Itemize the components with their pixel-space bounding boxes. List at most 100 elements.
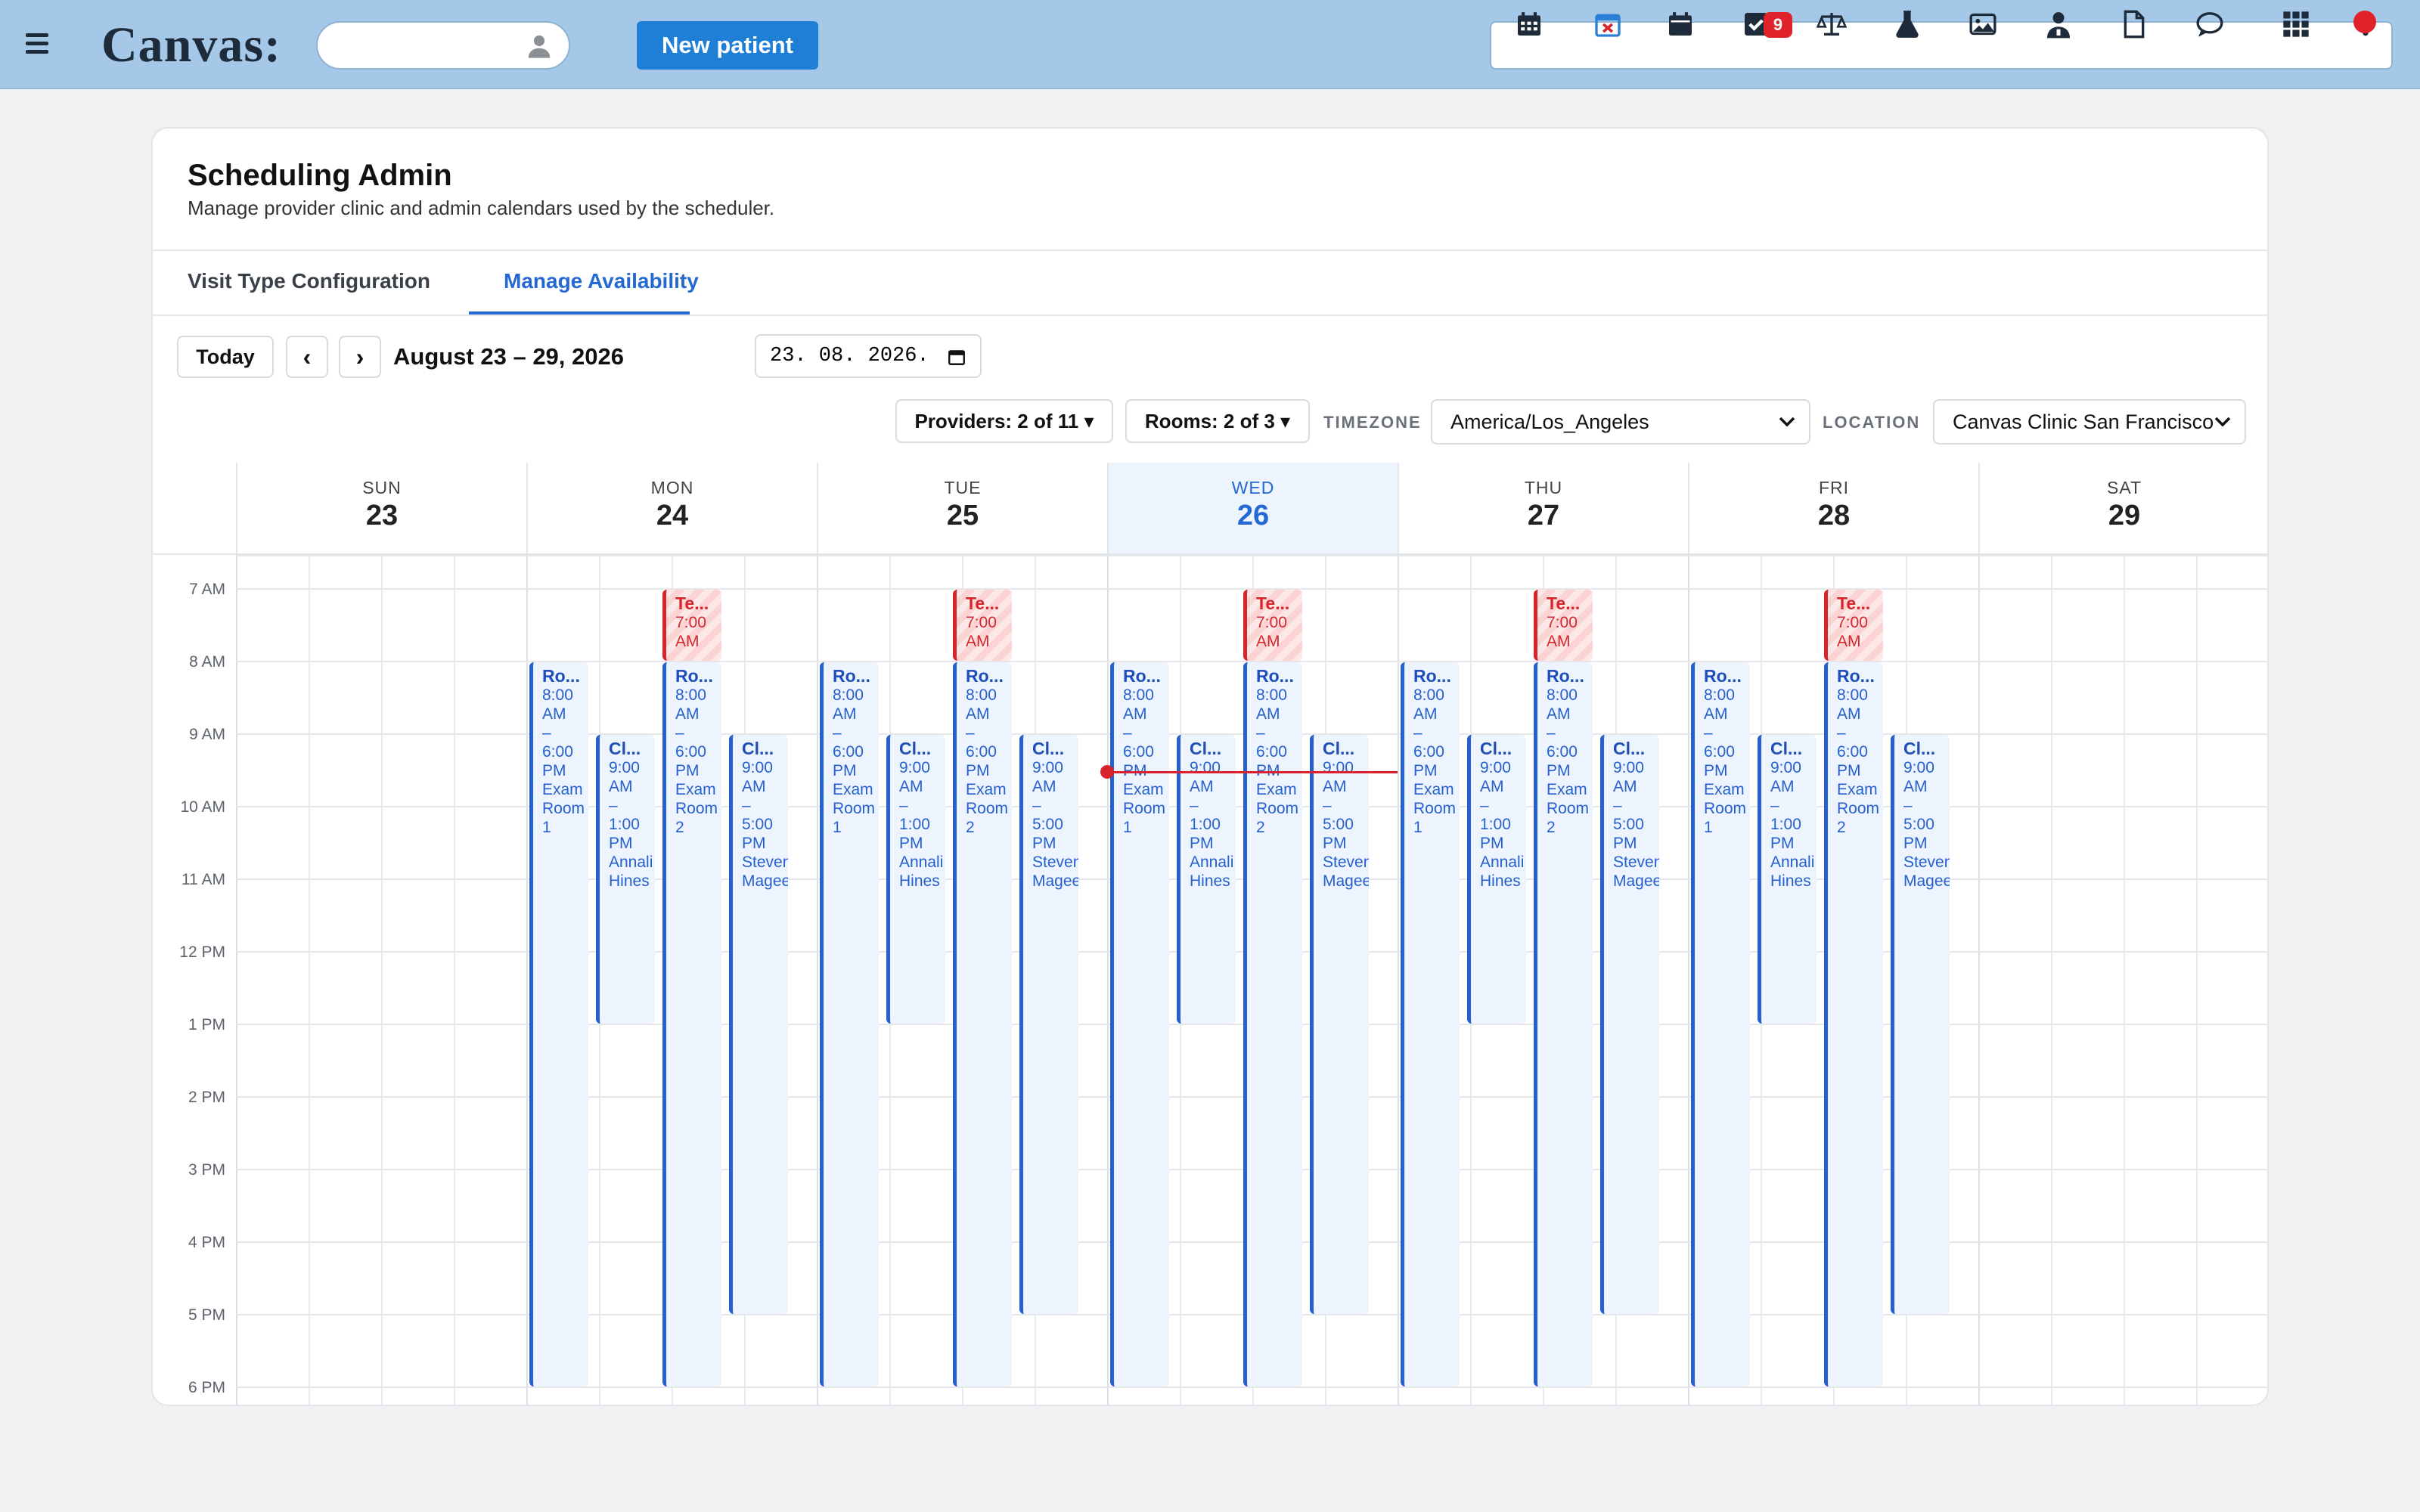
patient-search-input[interactable] — [337, 23, 526, 68]
page-subtitle: Manage provider clinic and admin calenda… — [188, 197, 775, 219]
event-title: Ro... — [1547, 666, 1584, 686]
cancelled-appointments-icon[interactable] — [1593, 9, 1623, 39]
day-number: 24 — [656, 500, 689, 531]
rooms-filter[interactable]: Rooms: 2 of 3 ▾ — [1125, 399, 1310, 443]
day-header-tue[interactable]: TUE 25 — [817, 463, 1107, 553]
providers-filter[interactable]: Providers: 2 of 11 ▾ — [895, 399, 1113, 443]
day-header-sat[interactable]: SAT 29 — [1978, 463, 2267, 553]
event-title: Cl... — [899, 739, 932, 758]
today-button[interactable]: Today — [177, 336, 274, 378]
image-icon[interactable] — [1968, 9, 1998, 39]
scheduling-admin-card: Scheduling Admin Manage provider clinic … — [151, 127, 2269, 1406]
calendar-icon[interactable] — [1665, 9, 1696, 39]
provider-icon[interactable] — [2043, 9, 2074, 39]
top-navigation-bar: Canvas: New patient 9 — [0, 0, 2420, 89]
timezone-select[interactable]: America/Los_Angeles — [1431, 399, 1810, 445]
availability-event[interactable]: Ro...8:00 AM – 6:00 PM Exam Room 1 — [1691, 662, 1750, 1387]
apps-grid-icon[interactable] — [2281, 9, 2311, 39]
day-header-thu[interactable]: THU 27 — [1398, 463, 1688, 553]
next-week-button[interactable]: › — [339, 336, 381, 378]
availability-event[interactable]: Cl... 9:00 AM – 1:00 PM Annali Hines — [1467, 735, 1526, 1024]
chat-icon[interactable] — [2195, 9, 2225, 39]
availability-event[interactable]: Ro...8:00 AM – 6:00 PM Exam Room 1 — [1401, 662, 1460, 1387]
blocked-time-event[interactable]: Te... 7:00 AM — [662, 590, 721, 661]
schedule-icon[interactable] — [1514, 9, 1544, 39]
hour-label: 1 PM — [188, 1016, 225, 1033]
blocked-time-event[interactable]: Te... 7:00 AM — [1243, 590, 1302, 661]
availability-event[interactable]: Ro...8:00 AM – 6:00 PM Exam Room 1 — [529, 662, 588, 1387]
date-picker[interactable] — [755, 334, 982, 378]
event-details: 8:00 AM – 6:00 PM Exam Room 1 — [833, 686, 876, 836]
grid-column-line — [1398, 553, 1399, 1405]
day-number: 25 — [946, 500, 979, 531]
event-details: 7:00 AM — [675, 614, 706, 650]
day-number: 23 — [365, 500, 399, 531]
blocked-time-event[interactable]: Te... 7:00 AM — [1824, 590, 1883, 661]
event-details: 8:00 AM – 6:00 PM Exam Room 2 — [1256, 686, 1299, 836]
day-number: 26 — [1236, 500, 1270, 531]
day-number: 29 — [2108, 500, 2141, 531]
event-title: Ro... — [1123, 666, 1161, 686]
current-time-line — [1107, 771, 1398, 773]
patient-search[interactable] — [316, 21, 570, 70]
availability-event[interactable]: Ro...8:00 AM – 6:00 PM Exam Room 2 — [1824, 662, 1883, 1387]
day-header-mon[interactable]: MON 24 — [526, 463, 817, 553]
menu-icon[interactable] — [23, 30, 53, 59]
grid-column-line — [309, 553, 310, 1405]
hour-label: 8 AM — [189, 653, 225, 671]
blocked-time-event[interactable]: Te... 7:00 AM — [1534, 590, 1593, 661]
availability-event[interactable]: Cl... 9:00 AM – 5:00 PM Steven Magee — [1600, 735, 1659, 1314]
blocked-time-event[interactable]: Te... 7:00 AM — [953, 590, 1012, 661]
event-details: 7:00 AM — [1256, 614, 1287, 650]
event-title: Te... — [675, 593, 709, 613]
availability-event[interactable]: Ro...8:00 AM – 6:00 PM Exam Room 1 — [820, 662, 879, 1387]
tab-visit-type-configuration[interactable]: Visit Type Configuration — [188, 269, 430, 293]
canvas-logo[interactable]: Canvas: — [101, 17, 281, 74]
availability-event[interactable]: Ro...8:00 AM – 6:00 PM Exam Room 2 — [953, 662, 1012, 1387]
event-details: 7:00 AM — [966, 614, 997, 650]
event-details: 8:00 AM – 6:00 PM Exam Room 2 — [1837, 686, 1880, 836]
previous-week-button[interactable]: ‹ — [286, 336, 328, 378]
availability-event[interactable]: Cl... 9:00 AM – 1:00 PM Annali Hines — [1758, 735, 1817, 1024]
document-icon[interactable] — [2119, 9, 2149, 39]
balance-scale-icon[interactable] — [1816, 9, 1848, 39]
event-details: 8:00 AM – 6:00 PM Exam Room 1 — [1123, 686, 1166, 836]
event-title: Cl... — [609, 739, 641, 758]
availability-event[interactable]: Cl... 9:00 AM – 5:00 PM Steven Magee — [1891, 735, 1950, 1314]
location-select[interactable]: Canvas Clinic San Francisco — [1933, 399, 2246, 445]
event-details: 9:00 AM – 5:00 PM Steven Magee — [1323, 759, 1369, 890]
location-label: LOCATION — [1823, 413, 1921, 432]
calendar-picker-icon[interactable] — [947, 347, 966, 367]
availability-event[interactable]: Cl... 9:00 AM – 5:00 PM Steven Magee — [1310, 735, 1369, 1314]
availability-event[interactable]: Ro...8:00 AM – 6:00 PM Exam Room 2 — [1534, 662, 1593, 1387]
chevron-down-icon — [1779, 417, 1795, 427]
new-patient-button[interactable]: New patient — [637, 21, 818, 70]
grid-column-line — [2124, 553, 2125, 1405]
day-header-fri[interactable]: FRI 28 — [1688, 463, 1978, 553]
lab-flask-icon[interactable] — [1892, 9, 1922, 39]
grid-hour-line — [236, 555, 2267, 556]
event-title: Cl... — [1032, 739, 1065, 758]
hour-label: 7 AM — [189, 581, 225, 598]
tasks-count-badge: 9 — [1764, 12, 1792, 38]
divider — [153, 314, 2267, 316]
availability-event[interactable]: Cl... 9:00 AM – 1:00 PM Annali Hines — [596, 735, 655, 1024]
day-header-sun[interactable]: SUN 23 — [236, 463, 526, 553]
availability-event[interactable]: Cl... 9:00 AM – 1:00 PM Annali Hines — [886, 735, 945, 1024]
tab-manage-availability[interactable]: Manage Availability — [504, 269, 699, 293]
availability-event[interactable]: Cl... 9:00 AM – 5:00 PM Steven Magee — [1019, 735, 1078, 1314]
event-title: Cl... — [1903, 739, 1936, 758]
grid-column-line — [1107, 553, 1109, 1405]
grid-column-line — [817, 553, 818, 1405]
event-title: Ro... — [1704, 666, 1742, 686]
event-title: Te... — [1256, 593, 1290, 613]
date-picker-input[interactable] — [770, 336, 936, 376]
day-header-wed[interactable]: WED 26 — [1107, 463, 1398, 553]
event-title: Ro... — [1256, 666, 1294, 686]
user-icon — [528, 35, 551, 58]
availability-event[interactable]: Cl... 9:00 AM – 5:00 PM Steven Magee — [729, 735, 788, 1314]
availability-event[interactable]: Cl... 9:00 AM – 1:00 PM Annali Hines — [1177, 735, 1236, 1024]
availability-event[interactable]: Ro...8:00 AM – 6:00 PM Exam Room 2 — [662, 662, 721, 1387]
hour-label: 2 PM — [188, 1089, 225, 1106]
day-name: THU — [1524, 478, 1563, 497]
